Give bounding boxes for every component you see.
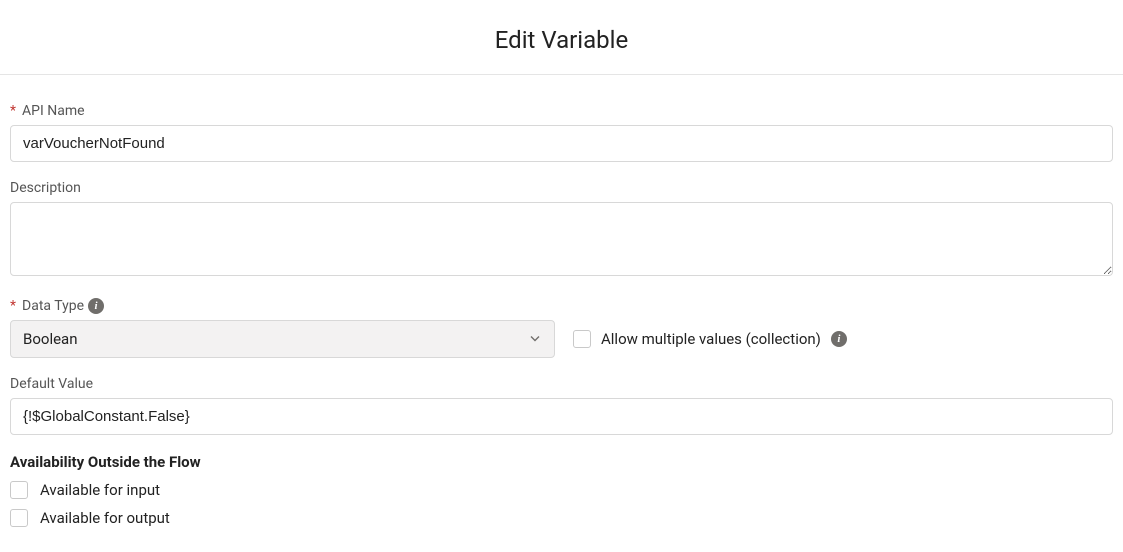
required-asterisk-icon: * <box>10 103 16 119</box>
multiple-values-label: Allow multiple values (collection) <box>601 330 821 348</box>
api-name-label: API Name <box>22 103 85 119</box>
data-type-label-row: * Data Type i <box>10 298 1113 314</box>
default-value-label: Default Value <box>10 376 93 392</box>
api-name-input[interactable] <box>10 125 1113 162</box>
available-for-input-checkbox[interactable] <box>10 481 28 499</box>
dialog-title: Edit Variable <box>0 26 1123 54</box>
multiple-values-checkbox[interactable] <box>573 330 591 348</box>
api-name-field-group: * API Name <box>10 103 1113 162</box>
info-icon[interactable]: i <box>831 331 847 347</box>
default-value-field-group: Default Value <box>10 376 1113 435</box>
default-value-label-row: Default Value <box>10 376 1113 392</box>
available-for-input-label: Available for input <box>40 481 160 499</box>
data-type-select-wrapper: Boolean <box>10 320 555 358</box>
required-asterisk-icon: * <box>10 298 16 314</box>
data-type-label: Data Type <box>22 298 84 314</box>
data-type-select[interactable]: Boolean <box>10 320 555 358</box>
info-icon[interactable]: i <box>88 298 104 314</box>
dialog-header: Edit Variable <box>0 0 1123 74</box>
available-for-input-row: Available for input <box>10 481 1113 499</box>
description-textarea[interactable] <box>10 202 1113 276</box>
default-value-input[interactable] <box>10 398 1113 435</box>
form-container: * API Name Description * Data Type i Boo… <box>0 75 1123 527</box>
availability-checkboxes: Available for input Available for output <box>10 481 1113 527</box>
data-type-field-group: * Data Type i Boolean Allow multiple val… <box>10 298 1113 358</box>
available-for-output-label: Available for output <box>40 509 170 527</box>
available-for-output-row: Available for output <box>10 509 1113 527</box>
description-label: Description <box>10 180 81 196</box>
api-name-label-row: * API Name <box>10 103 1113 119</box>
availability-header: Availability Outside the Flow <box>10 453 1113 471</box>
data-type-row: Boolean Allow multiple values (collectio… <box>10 320 1113 358</box>
description-label-row: Description <box>10 180 1113 196</box>
multiple-values-group: Allow multiple values (collection) i <box>573 330 847 348</box>
available-for-output-checkbox[interactable] <box>10 509 28 527</box>
description-field-group: Description <box>10 180 1113 280</box>
availability-section: Availability Outside the Flow Available … <box>10 453 1113 527</box>
data-type-value: Boolean <box>23 330 78 348</box>
